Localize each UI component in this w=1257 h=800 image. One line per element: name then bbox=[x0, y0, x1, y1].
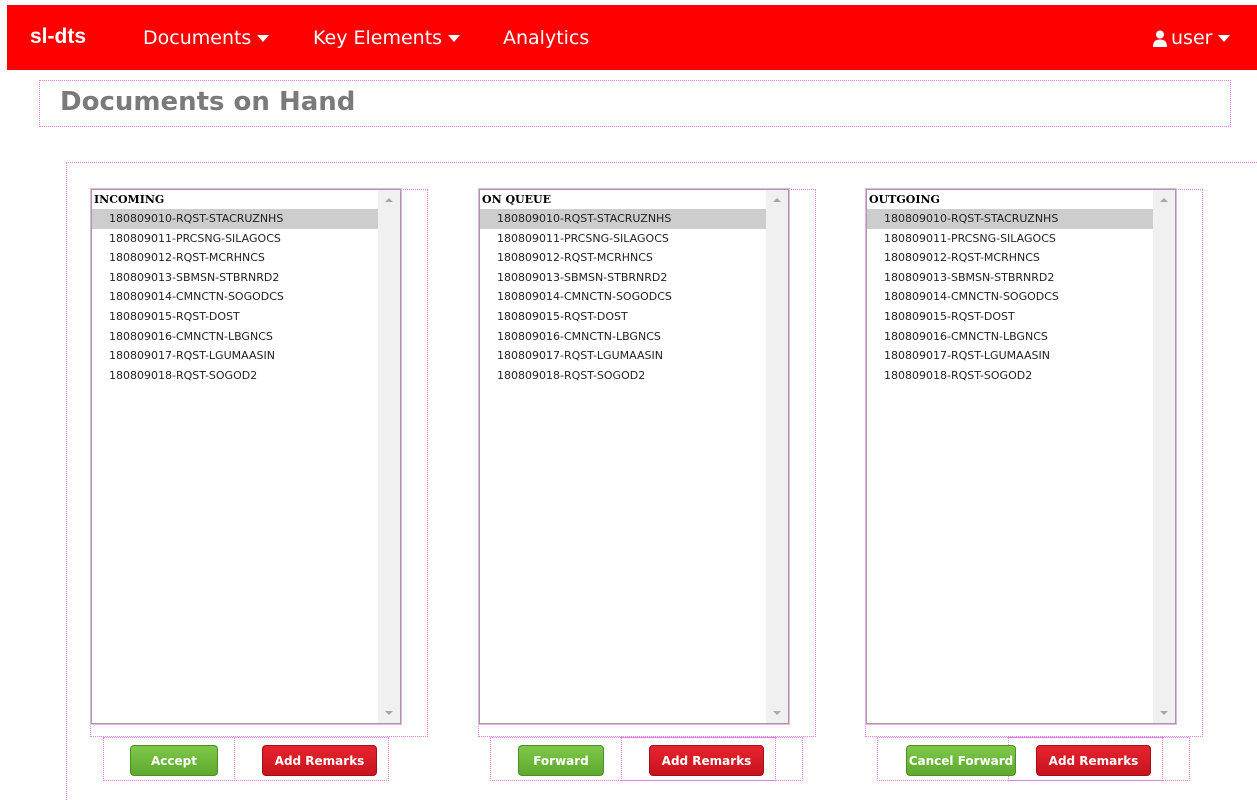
scroll-down-button[interactable] bbox=[378, 703, 400, 723]
on-queue-listbox[interactable]: ON QUEUE 180809010-RQST-STACRUZNHS 18080… bbox=[478, 188, 790, 725]
incoming-listbox[interactable]: INCOMING 180809010-RQST-STACRUZNHS 18080… bbox=[90, 188, 402, 725]
list-item[interactable]: 180809017-RQST-LGUMAASIN bbox=[92, 346, 378, 366]
nav-analytics-label: Analytics bbox=[503, 27, 590, 49]
list-item[interactable]: 180809015-RQST-DOST bbox=[867, 307, 1153, 327]
scroll-up-button[interactable] bbox=[766, 190, 788, 210]
list-item[interactable]: 180809015-RQST-DOST bbox=[480, 307, 766, 327]
nav-documents-label: Documents bbox=[143, 27, 252, 49]
list-item[interactable]: 180809010-RQST-STACRUZNHS bbox=[867, 209, 1153, 229]
forward-button[interactable]: Forward bbox=[518, 745, 604, 776]
list-item[interactable]: 180809013-SBMSN-STBRNRD2 bbox=[867, 268, 1153, 288]
arrow-up-icon bbox=[773, 198, 781, 202]
list-item[interactable]: 180809011-PRCSNG-SILAGOCS bbox=[480, 229, 766, 249]
caret-down-icon bbox=[1218, 34, 1231, 42]
incoming-add-remarks-button[interactable]: Add Remarks bbox=[262, 745, 377, 776]
page-title: Documents on Hand bbox=[60, 87, 356, 117]
list-item[interactable]: 180809018-RQST-SOGOD2 bbox=[867, 366, 1153, 386]
scroll-up-button[interactable] bbox=[1153, 190, 1175, 210]
outgoing-header: OUTGOING bbox=[869, 193, 940, 206]
user-menu-dropdown[interactable]: user bbox=[1153, 27, 1231, 49]
incoming-header: INCOMING bbox=[94, 193, 165, 206]
scrollbar[interactable] bbox=[766, 190, 788, 723]
arrow-up-icon bbox=[1160, 198, 1168, 202]
page-header: Documents on Hand bbox=[39, 80, 1231, 127]
on-queue-header: ON QUEUE bbox=[482, 193, 552, 206]
scroll-down-button[interactable] bbox=[1153, 703, 1175, 723]
arrow-down-icon bbox=[385, 711, 393, 715]
nav-documents-dropdown[interactable]: Documents bbox=[143, 27, 270, 49]
list-item[interactable]: 180809012-RQST-MCRHNCS bbox=[92, 248, 378, 268]
list-item[interactable]: 180809012-RQST-MCRHNCS bbox=[480, 248, 766, 268]
user-icon bbox=[1153, 30, 1167, 47]
outgoing-add-remarks-button[interactable]: Add Remarks bbox=[1036, 745, 1151, 776]
scroll-up-button[interactable] bbox=[378, 190, 400, 210]
list-item[interactable]: 180809014-CMNCTN-SOGODCS bbox=[480, 287, 766, 307]
list-item[interactable]: 180809013-SBMSN-STBRNRD2 bbox=[480, 268, 766, 288]
list-item[interactable]: 180809014-CMNCTN-SOGODCS bbox=[92, 287, 378, 307]
list-item[interactable]: 180809017-RQST-LGUMAASIN bbox=[480, 346, 766, 366]
list-item[interactable]: 180809016-CMNCTN-LBGNCS bbox=[867, 327, 1153, 347]
arrow-down-icon bbox=[773, 711, 781, 715]
list-item[interactable]: 180809013-SBMSN-STBRNRD2 bbox=[92, 268, 378, 288]
list-item[interactable]: 180809017-RQST-LGUMAASIN bbox=[867, 346, 1153, 366]
arrow-down-icon bbox=[1160, 711, 1168, 715]
user-menu-label: user bbox=[1171, 27, 1213, 49]
scrollbar[interactable] bbox=[378, 190, 400, 723]
nav-key-elements-label: Key Elements bbox=[313, 27, 443, 49]
nav-analytics-link[interactable]: Analytics bbox=[503, 27, 589, 49]
list-item[interactable]: 180809018-RQST-SOGOD2 bbox=[480, 366, 766, 386]
cancel-forward-button[interactable]: Cancel Forward bbox=[906, 745, 1016, 776]
caret-down-icon bbox=[257, 34, 270, 42]
caret-down-icon bbox=[448, 34, 461, 42]
scrollbar[interactable] bbox=[1153, 190, 1175, 723]
list-item[interactable]: 180809018-RQST-SOGOD2 bbox=[92, 366, 378, 386]
scroll-down-button[interactable] bbox=[766, 703, 788, 723]
list-item[interactable]: 180809010-RQST-STACRUZNHS bbox=[480, 209, 766, 229]
list-item[interactable]: 180809015-RQST-DOST bbox=[92, 307, 378, 327]
list-item[interactable]: 180809011-PRCSNG-SILAGOCS bbox=[867, 229, 1153, 249]
outgoing-listbox[interactable]: OUTGOING 180809010-RQST-STACRUZNHS 18080… bbox=[865, 188, 1177, 725]
list-item[interactable]: 180809016-CMNCTN-LBGNCS bbox=[92, 327, 378, 347]
list-item[interactable]: 180809016-CMNCTN-LBGNCS bbox=[480, 327, 766, 347]
list-item[interactable]: 180809012-RQST-MCRHNCS bbox=[867, 248, 1153, 268]
top-navbar: sl-dts Documents Key Elements Analytics … bbox=[7, 5, 1257, 70]
list-item[interactable]: 180809014-CMNCTN-SOGODCS bbox=[867, 287, 1153, 307]
list-item[interactable]: 180809010-RQST-STACRUZNHS bbox=[92, 209, 378, 229]
brand-logo[interactable]: sl-dts bbox=[30, 25, 86, 49]
arrow-up-icon bbox=[385, 198, 393, 202]
accept-button[interactable]: Accept bbox=[130, 745, 218, 776]
nav-key-elements-dropdown[interactable]: Key Elements bbox=[313, 27, 461, 49]
list-item[interactable]: 180809011-PRCSNG-SILAGOCS bbox=[92, 229, 378, 249]
on-queue-add-remarks-button[interactable]: Add Remarks bbox=[649, 745, 764, 776]
